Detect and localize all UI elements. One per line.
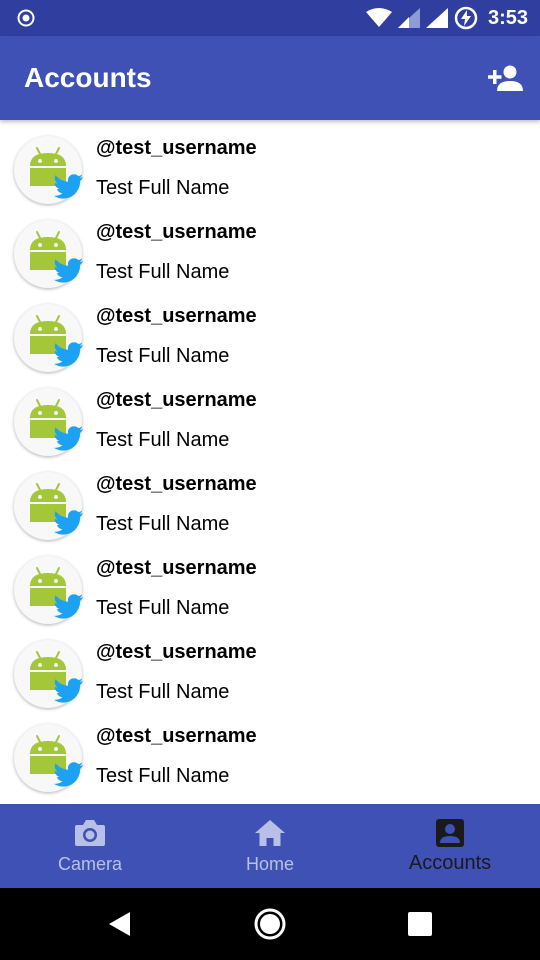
account-full-name: Test Full Name — [96, 765, 230, 787]
nav-label-accounts: Accounts — [408, 852, 492, 874]
twitter-bird-icon — [54, 510, 83, 535]
account-full-name: Test Full Name — [96, 681, 230, 703]
account-row[interactable]: @test_username Test Full Name — [0, 456, 540, 540]
page-title: Accounts — [24, 62, 152, 93]
avatar — [14, 556, 83, 624]
add-person-icon — [488, 65, 523, 91]
account-username: @test_username — [96, 305, 257, 327]
account-row[interactable]: @test_username Test Full Name — [0, 120, 540, 204]
account-full-name: Test Full Name — [96, 345, 230, 367]
avatar — [14, 388, 83, 456]
account-full-name: Test Full Name — [96, 513, 230, 535]
status-time: 3:53 — [487, 6, 528, 29]
status-bar: 3:53 — [0, 0, 540, 36]
twitter-bird-icon — [54, 174, 83, 199]
account-row[interactable]: @test_username Test Full Name — [0, 288, 540, 372]
avatar — [14, 472, 83, 540]
battery-charging-icon — [454, 6, 478, 30]
account-full-name: Test Full Name — [96, 177, 230, 199]
avatar — [14, 724, 83, 792]
account-username: @test_username — [96, 473, 257, 495]
avatar — [14, 136, 83, 204]
twitter-bird-icon — [54, 762, 83, 787]
account-row[interactable]: @test_username Test Full Name — [0, 624, 540, 708]
camera-icon — [75, 820, 105, 846]
recents-square-icon[interactable] — [404, 908, 436, 940]
account-row[interactable]: @test_username Test Full Name — [0, 204, 540, 288]
avatar — [14, 640, 83, 708]
nav-item-home[interactable]: Home — [180, 804, 360, 888]
account-username: @test_username — [96, 137, 257, 159]
app-bar: Accounts — [0, 36, 540, 120]
account-box-icon — [436, 819, 464, 847]
system-navigation-bar — [0, 888, 540, 960]
twitter-bird-icon — [54, 426, 83, 451]
account-full-name: Test Full Name — [96, 597, 230, 619]
account-full-name: Test Full Name — [96, 429, 230, 451]
account-full-name: Test Full Name — [96, 261, 230, 283]
account-username: @test_username — [96, 557, 257, 579]
avatar — [14, 220, 83, 288]
account-username: @test_username — [96, 389, 257, 411]
account-row[interactable]: @test_username Test Full Name — [0, 540, 540, 624]
account-row[interactable]: @test_username Test Full Name — [0, 708, 540, 792]
home-circle-icon[interactable] — [254, 908, 286, 940]
twitter-bird-icon — [54, 258, 83, 283]
signal-icon — [397, 8, 420, 28]
account-username: @test_username — [96, 221, 257, 243]
notification-circle-icon — [17, 9, 35, 27]
twitter-bird-icon — [54, 594, 83, 619]
back-icon[interactable] — [104, 908, 136, 940]
twitter-bird-icon — [54, 678, 83, 703]
signal-full-icon — [425, 8, 448, 28]
account-list: @test_username Test Full Name @test_user… — [0, 120, 540, 804]
add-account-button[interactable] — [486, 58, 526, 98]
account-username: @test_username — [96, 725, 257, 747]
nav-item-accounts[interactable]: Accounts — [360, 804, 540, 888]
twitter-bird-icon — [54, 342, 83, 367]
account-username: @test_username — [96, 641, 257, 663]
nav-label-home: Home — [245, 854, 294, 874]
account-row[interactable]: @test_username Test Full Name — [0, 372, 540, 456]
wifi-icon — [365, 8, 392, 27]
avatar — [14, 304, 83, 372]
bottom-navigation: Camera Home Accounts — [0, 804, 540, 888]
nav-label-camera: Camera — [57, 854, 123, 874]
nav-item-camera[interactable]: Camera — [0, 804, 180, 888]
home-icon — [255, 820, 285, 846]
